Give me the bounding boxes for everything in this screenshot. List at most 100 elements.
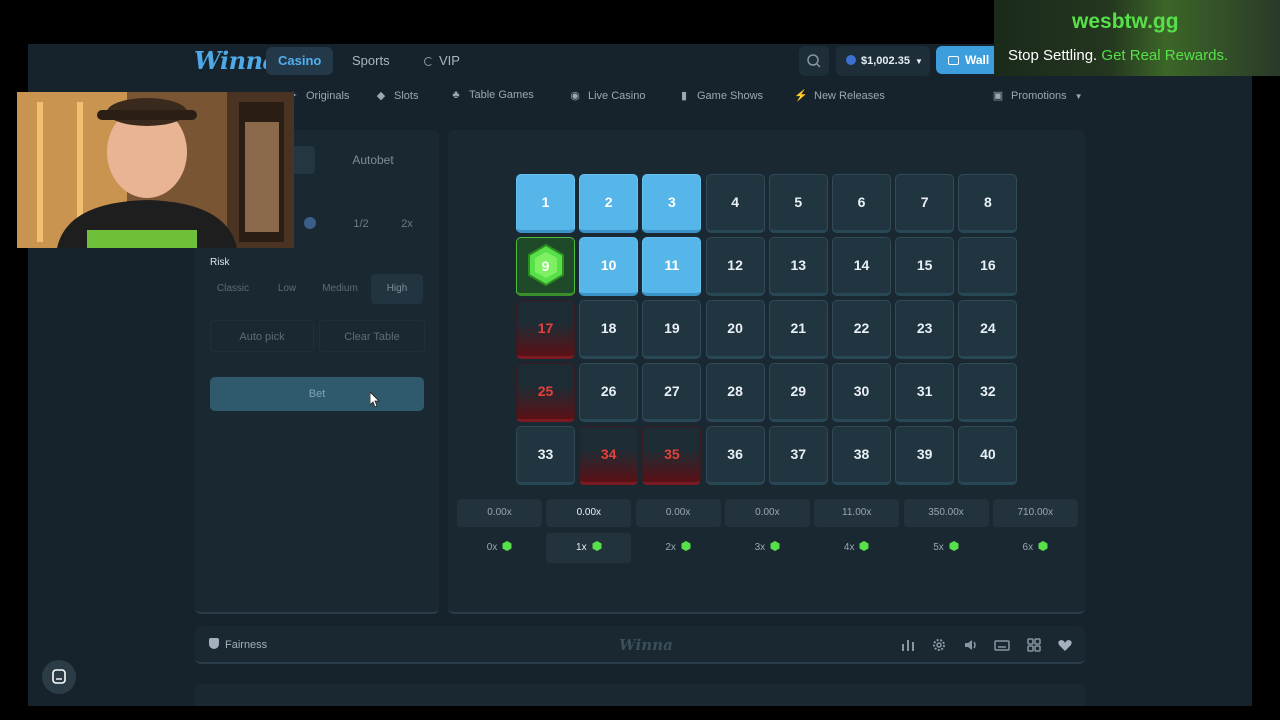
keno-tile-4[interactable]: 4 [705,174,765,233]
keno-grid: 1 2 3 4 5 6 7 8 9 10 11 12 13 14 15 16 17 18 19 20 21 22 23 24 2… [516,174,1020,488]
tile-number: 2 [604,194,613,210]
keno-tile-37[interactable]: 37 [768,426,828,485]
keno-tile-8[interactable]: 8 [958,174,1018,233]
grid-icon[interactable] [1025,636,1043,654]
nav-label: Promotions [1011,90,1067,102]
keno-tile-16[interactable]: 16 [958,237,1018,296]
tile-number: 22 [853,320,870,336]
balance-selector[interactable]: $1,002.35 ▼ [836,46,930,76]
keno-tile-28[interactable]: 28 [705,363,765,422]
keyboard-icon[interactable] [993,636,1011,654]
keno-tile-2[interactable]: 2 [579,174,639,233]
heart-icon[interactable] [1056,636,1074,654]
loading-spinner-icon [424,57,433,66]
keno-tile-20[interactable]: 20 [705,300,765,359]
bet-currency-icon [295,210,325,238]
game-footer: Fairness Winna [195,626,1085,664]
keno-tile-9[interactable]: 9 [516,237,575,296]
tile-number: 16 [980,257,996,273]
lower-panel [195,684,1085,706]
keno-tile-25[interactable]: 25 [516,363,575,422]
nav-label: Originals [306,90,350,102]
gem-icon [770,541,780,551]
gift-icon: ▣ [992,90,1004,102]
tab-vip-label: VIP [439,53,460,68]
risk-high[interactable]: High [371,274,423,304]
keno-tile-1[interactable]: 1 [516,174,575,233]
keno-tile-32[interactable]: 32 [958,363,1018,422]
keno-tile-6[interactable]: 6 [832,174,891,233]
nav-promotions[interactable]: ▣ Promotions ▼ [991,89,1083,102]
tab-vip[interactable]: VIP [412,47,472,75]
double-bet-button[interactable]: 2x [387,210,427,238]
keno-tile-35[interactable]: 35 [642,426,702,485]
tab-autobet[interactable]: Autobet [321,146,425,174]
nav-label: Game Shows [697,90,764,102]
risk-low[interactable]: Low [264,274,310,304]
volume-icon[interactable] [962,636,980,654]
keno-tile-39[interactable]: 39 [895,426,955,485]
keno-tile-18[interactable]: 18 [579,300,639,359]
keno-tile-17[interactable]: 17 [516,300,575,359]
keno-tile-31[interactable]: 31 [895,363,955,422]
nav-table-games[interactable]: ♣ Table Games [449,89,533,101]
tile-number: 10 [600,257,617,273]
half-bet-button[interactable]: 1/2 [341,210,381,238]
chat-button[interactable] [42,660,76,694]
keno-tile-15[interactable]: 15 [895,237,955,296]
keno-tile-21[interactable]: 21 [768,300,828,359]
payout-multiplier: 11.00x [814,499,900,527]
tile-number: 20 [727,320,743,336]
keno-tile-13[interactable]: 13 [768,237,828,296]
nav-slots[interactable]: ◆ Slots [374,89,419,102]
keno-tile-30[interactable]: 30 [832,363,891,422]
keno-tile-22[interactable]: 22 [832,300,891,359]
risk-medium[interactable]: Medium [315,274,365,304]
keno-tile-3[interactable]: 3 [642,174,702,233]
tab-casino[interactable]: Casino [266,47,334,75]
tile-number: 40 [980,446,996,462]
chat-icon [52,669,66,684]
risk-classic[interactable]: Classic [210,274,256,304]
keno-tile-14[interactable]: 14 [832,237,891,296]
hit-count-label: 5x [933,542,944,553]
keno-tile-23[interactable]: 23 [895,300,955,359]
hit-count: 1x [546,533,632,563]
keno-tile-26[interactable]: 26 [579,363,639,422]
payout-multiplier: 0.00x [546,499,632,527]
shield-icon [209,638,219,649]
payout-multiplier: 0.00x [724,499,810,527]
keno-tile-19[interactable]: 19 [642,300,702,359]
nav-live-casino[interactable]: ◉ Live Casino [568,89,645,102]
keno-tile-10[interactable]: 10 [579,237,639,296]
nav-game-shows[interactable]: ▮ Game Shows [677,89,763,102]
settings-icon[interactable] [930,636,948,654]
keno-tile-7[interactable]: 7 [895,174,955,233]
keno-tile-38[interactable]: 38 [832,426,891,485]
nav-originals[interactable]: ✦Originals [286,89,349,102]
bet-button[interactable]: Bet [210,377,424,411]
keno-tile-33[interactable]: 33 [516,426,575,485]
keno-tile-29[interactable]: 29 [768,363,828,422]
keno-tile-12[interactable]: 12 [705,237,765,296]
stats-icon[interactable] [899,636,917,654]
fairness-button[interactable]: Fairness [209,638,267,651]
auto-pick-button[interactable]: Auto pick [210,320,314,352]
search-button[interactable] [799,46,829,76]
keno-tile-27[interactable]: 27 [642,363,702,422]
tile-number: 14 [853,257,870,273]
mic-icon: ▮ [680,90,688,102]
tile-number: 24 [980,320,996,336]
cards-icon: ♣ [452,89,460,101]
tile-number: 29 [790,383,807,399]
keno-tile-5[interactable]: 5 [768,174,828,233]
tab-sports[interactable]: Sports [340,47,402,75]
fairness-label: Fairness [225,639,268,651]
keno-tile-40[interactable]: 40 [958,426,1018,485]
keno-tile-24[interactable]: 24 [958,300,1018,359]
nav-new-releases[interactable]: ⚡ New Releases [794,89,885,102]
clear-table-button[interactable]: Clear Table [319,320,425,352]
keno-tile-36[interactable]: 36 [705,426,765,485]
keno-tile-11[interactable]: 11 [642,237,702,296]
keno-tile-34[interactable]: 34 [579,426,639,485]
